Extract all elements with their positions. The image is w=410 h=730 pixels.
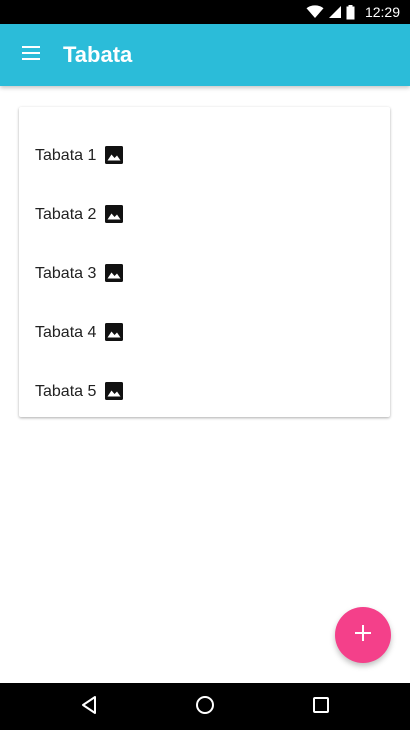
app-title: Tabata [63,42,133,67]
image-icon [105,264,123,282]
recents-button[interactable] [309,696,333,718]
home-icon [195,695,215,720]
app-bar: Tabata [0,24,410,86]
signal-icon [328,5,342,19]
list-item-tabata-4[interactable]: Tabata 4 [19,297,390,356]
status-time: 12:29 [364,4,400,20]
plus-icon [355,624,371,646]
recents-icon [312,696,330,719]
image-icon [105,323,123,341]
list-item-tabata-2[interactable]: Tabata 2 [19,179,390,238]
menu-button[interactable] [14,39,48,71]
wifi-icon [306,5,324,19]
navigation-bar [0,683,410,730]
status-bar: 12:29 [0,0,410,24]
image-icon [105,205,123,223]
tabata-list-card: Tabata 1 Tabata 2 Tabata 3 Tabata 4 Taba… [19,107,390,417]
home-button[interactable] [193,695,217,720]
menu-icon [22,45,40,65]
status-icons: 12:29 [306,0,400,24]
list-item-label: Tabata 2 [35,206,97,223]
back-button[interactable] [77,695,101,720]
list-item-label: Tabata 3 [35,265,97,282]
list-item-label: Tabata 4 [35,324,97,341]
add-tabata-button[interactable] [335,607,391,663]
back-icon [80,695,98,720]
list-item-tabata-5[interactable]: Tabata 5 [19,356,390,415]
list-item-tabata-1[interactable]: Tabata 1 [19,120,390,179]
image-icon [105,146,123,164]
list-item-tabata-3[interactable]: Tabata 3 [19,238,390,297]
image-icon [105,382,123,400]
list-item-label: Tabata 1 [35,147,97,164]
list-item-label: Tabata 5 [35,383,97,400]
battery-icon [346,4,355,20]
